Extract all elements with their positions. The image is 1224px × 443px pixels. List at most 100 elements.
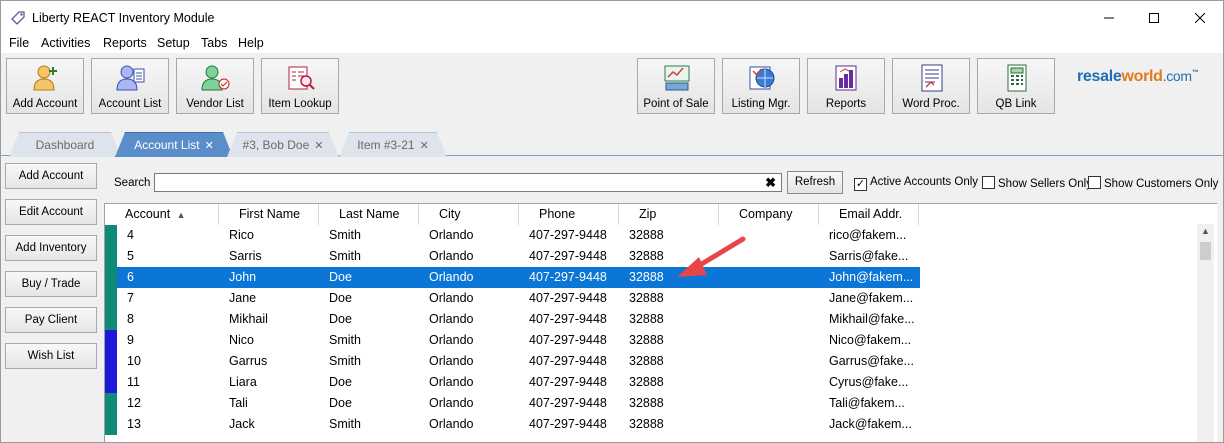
- cell-zip: 32888: [629, 417, 664, 431]
- close-button[interactable]: [1177, 1, 1223, 35]
- search-label: Search: [114, 177, 151, 189]
- menu-file[interactable]: File: [9, 36, 29, 50]
- table-row[interactable]: 5 Sarris Smith Orlando 407-297-9448 32888 Sarr…: [105, 246, 920, 267]
- menu-reports[interactable]: Reports: [103, 36, 147, 50]
- show-customers-checkbox[interactable]: Show Customers Only: [1088, 176, 1218, 190]
- account-list-label: Account List: [98, 98, 162, 110]
- qb-link-label: QB Link: [995, 98, 1037, 110]
- annotation-arrow-icon: [677, 236, 746, 277]
- cell-account: 9: [127, 333, 134, 347]
- minimize-button[interactable]: [1086, 1, 1132, 35]
- cell-phone: 407-297-9448: [529, 291, 607, 305]
- cell-email: Mikhail@fake...: [829, 312, 915, 326]
- cell-zip: 32888: [629, 375, 664, 389]
- tab-item[interactable]: Item #3-21 ✕: [339, 132, 447, 157]
- tab-close-icon[interactable]: ✕: [420, 140, 429, 152]
- buy-trade-button[interactable]: Buy / Trade: [5, 271, 97, 297]
- refresh-button[interactable]: Refresh: [787, 171, 843, 194]
- maximize-button[interactable]: [1131, 1, 1177, 35]
- add-inventory-button[interactable]: Add Inventory: [5, 235, 97, 261]
- column-header-last-name[interactable]: Last Name: [319, 204, 419, 225]
- table-row-selected[interactable]: 6 John Doe Orlando 407-297-9448 32888 John@fak…: [105, 267, 920, 288]
- table-row[interactable]: 7 Jane Doe Orlando 407-297-9448 32888 Jane@fak…: [105, 288, 920, 309]
- column-header-company[interactable]: Company: [719, 204, 819, 225]
- cell-account: 7: [127, 291, 134, 305]
- tab-bob-doe[interactable]: #3, Bob Doe ✕: [227, 132, 339, 157]
- add-account-label: Add Account: [12, 98, 78, 110]
- cell-email: Jack@fakem...: [829, 417, 912, 431]
- column-header-zip[interactable]: Zip: [619, 204, 719, 225]
- menu-help[interactable]: Help: [238, 36, 264, 50]
- clear-search-icon[interactable]: ✖: [765, 175, 776, 191]
- column-header-account[interactable]: Account ▲: [105, 204, 219, 225]
- scroll-thumb[interactable]: [1200, 242, 1211, 260]
- tab-close-icon[interactable]: ✕: [314, 140, 323, 152]
- edit-account-button[interactable]: Edit Account: [5, 199, 97, 225]
- cell-email: Sarris@fake...: [829, 249, 909, 263]
- item-lookup-label: Item Lookup: [268, 98, 332, 110]
- table-row[interactable]: 13 Jack Smith Orlando 407-297-9448 32888 Jack@…: [105, 414, 920, 435]
- tab-account-list[interactable]: Account List ✕: [115, 132, 233, 157]
- add-account-side-button[interactable]: Add Account: [5, 163, 97, 189]
- cell-account: 13: [127, 417, 141, 431]
- pay-client-button[interactable]: Pay Client: [5, 307, 97, 333]
- qb-link-icon: [1007, 64, 1027, 92]
- menu-tabs[interactable]: Tabs: [201, 36, 227, 50]
- cell-account: 11: [127, 375, 140, 389]
- show-sellers-checkbox[interactable]: Show Sellers Only: [982, 176, 1092, 190]
- close-icon: [1195, 13, 1205, 23]
- column-header-first-name[interactable]: First Name: [219, 204, 319, 225]
- cell-last-name: Smith: [329, 249, 361, 263]
- sort-ascending-icon: ▲: [176, 210, 186, 220]
- table-row[interactable]: 10 Garrus Smith Orlando 407-297-9448 32888 Gar…: [105, 351, 920, 372]
- scroll-up-icon[interactable]: ▲: [1197, 226, 1214, 238]
- column-header-email[interactable]: Email Addr.: [819, 204, 919, 225]
- cell-city: Orlando: [429, 249, 474, 263]
- wish-list-button[interactable]: Wish List: [5, 343, 97, 369]
- cell-city: Orlando: [429, 375, 474, 389]
- add-account-icon: [33, 65, 57, 91]
- cell-city: Orlando: [429, 228, 474, 242]
- cell-email: rico@fakem...: [829, 228, 907, 242]
- row-status-marker: [105, 288, 117, 309]
- table-row[interactable]: 4 Rico Smith Orlando 407-297-9448 32888 rico@f…: [105, 225, 920, 246]
- item-lookup-button[interactable]: Item Lookup: [261, 58, 339, 114]
- menu-bar: File Activities Reports Setup Tabs Help: [1, 35, 1223, 53]
- menu-setup[interactable]: Setup: [157, 36, 190, 50]
- active-accounts-checkbox[interactable]: ✓ Active Accounts Only: [854, 176, 978, 191]
- cell-phone: 407-297-9448: [529, 417, 607, 431]
- tab-dashboard[interactable]: Dashboard: [9, 132, 121, 157]
- cell-account: 5: [127, 249, 134, 263]
- tab-strip: Dashboard Account List ✕ #3, Bob Doe ✕ Ite…: [1, 129, 1223, 156]
- listing-manager-button[interactable]: Listing Mgr.: [722, 58, 800, 114]
- cell-account: 8: [127, 312, 134, 326]
- cell-last-name: Smith: [329, 333, 361, 347]
- column-header-phone[interactable]: Phone: [519, 204, 619, 225]
- vertical-scrollbar[interactable]: ▲: [1197, 224, 1214, 442]
- point-of-sale-button[interactable]: Point of Sale: [637, 58, 715, 114]
- word-processor-button[interactable]: Word Proc.: [892, 58, 970, 114]
- table-row[interactable]: 8 Mikhail Doe Orlando 407-297-9448 32888 Mikha…: [105, 309, 920, 330]
- cell-email: Cyrus@fake...: [829, 375, 909, 389]
- cell-account: 6: [127, 270, 134, 284]
- cell-company: [719, 330, 819, 351]
- word-processor-icon: [921, 64, 943, 92]
- menu-activities[interactable]: Activities: [41, 36, 90, 50]
- table-row[interactable]: 11 Liara Doe Orlando 407-297-9448 32888 Cyrus@…: [105, 372, 920, 393]
- vendor-list-icon: [201, 65, 230, 91]
- add-account-button[interactable]: Add Account: [6, 58, 84, 114]
- tab-close-icon[interactable]: ✕: [205, 140, 214, 152]
- toolbar: Add Account Account List Vendor List Ite…: [1, 53, 1223, 119]
- table-row[interactable]: 9 Nico Smith Orlando 407-297-9448 32888 Nico@f…: [105, 330, 920, 351]
- row-status-marker: [105, 393, 117, 414]
- account-list-icon: [116, 65, 145, 91]
- table-row[interactable]: 12 Tali Doe Orlando 407-297-9448 32888 Tali@fa…: [105, 393, 920, 414]
- qb-link-button[interactable]: QB Link: [977, 58, 1055, 114]
- vendor-list-button[interactable]: Vendor List: [176, 58, 254, 114]
- cell-zip: 32888: [629, 291, 664, 305]
- point-of-sale-label: Point of Sale: [643, 98, 709, 110]
- column-header-city[interactable]: City: [419, 204, 519, 225]
- search-input[interactable]: ✖: [154, 173, 782, 192]
- reports-button[interactable]: Reports: [807, 58, 885, 114]
- account-list-button[interactable]: Account List: [91, 58, 169, 114]
